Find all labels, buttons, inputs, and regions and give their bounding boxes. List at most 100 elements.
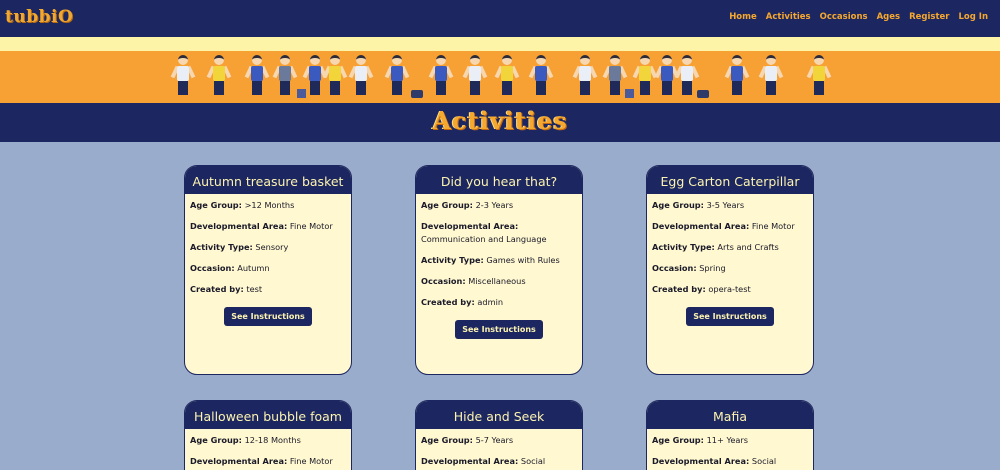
developmental-area-value: Social [520,456,546,466]
nav-occasions[interactable]: Occasions [820,12,868,22]
activity-type-row: Activity Type: Games with Rules [421,254,577,267]
age-group-label: Age Group: [190,435,242,445]
child-figure [572,53,598,99]
developmental-area-label: Developmental Area: [190,456,288,466]
children-illustration [165,53,835,101]
child-figure [170,53,196,99]
developmental-area-row: Developmental Area: Fine Motor [652,220,808,233]
developmental-area-label: Developmental Area: [652,456,750,466]
card-title[interactable]: Egg Carton Caterpillar [661,174,800,189]
see-instructions-button[interactable]: See Instructions [455,320,543,339]
age-group-row: Age Group: 3-5 Years [652,199,808,212]
occasion-value: Spring [699,263,726,273]
card-title[interactable]: Did you hear that? [441,174,557,189]
developmental-area-value: Social [751,456,777,466]
created-by-label: Created by: [421,297,475,307]
age-group-value: 12-18 Months [244,435,301,445]
activity-type-value: Games with Rules [486,255,560,265]
child-figure [428,53,454,99]
activity-type-label: Activity Type: [421,255,484,265]
developmental-area-label: Developmental Area: [421,456,519,466]
child-figure [384,53,410,99]
age-group-value: 11+ Years [706,435,749,445]
child-figure [602,53,628,99]
child-figure [462,53,488,99]
main-nav: Home Activities Occasions Ages Register … [729,12,988,22]
developmental-area-row: Developmental Area: Social [421,455,577,468]
activity-type-row: Activity Type: Sensory [190,241,346,254]
child-figure [806,53,832,99]
age-group-label: Age Group: [421,435,473,445]
age-group-value: 5-7 Years [475,435,514,445]
child-figure [322,53,348,99]
age-group-label: Age Group: [190,200,242,210]
age-group-value: 2-3 Years [475,200,514,210]
developmental-area-value: Fine Motor [289,221,333,231]
created-by-label: Created by: [190,284,244,294]
site-logo[interactable]: tubbiO [5,7,73,27]
activity-type-label: Activity Type: [190,242,253,252]
nav-ages[interactable]: Ages [877,12,901,22]
child-figure [244,53,270,99]
card-title[interactable]: Autumn treasure basket [193,174,344,189]
developmental-area-row: Developmental Area: Communication and La… [421,220,577,246]
nav-home[interactable]: Home [729,12,757,22]
card-title[interactable]: Mafia [713,409,747,424]
toy-car [411,90,423,98]
toy-block [625,89,634,98]
card-header: Halloween bubble foam [185,401,351,429]
occasion-label: Occasion: [652,263,697,273]
created-by-value: test [246,284,263,294]
created-by-row: Created by: opera-test [652,283,808,296]
developmental-area-row: Developmental Area: Fine Motor [190,220,346,233]
occasion-label: Occasion: [190,263,235,273]
see-instructions-button[interactable]: See Instructions [686,307,774,326]
created-by-row: Created by: test [190,283,346,296]
card-title[interactable]: Hide and Seek [454,409,545,424]
activity-card: Halloween bubble foam Age Group: 12-18 M… [184,400,352,470]
banner-top-stripe [0,37,1000,51]
child-figure [758,53,784,99]
card-header: Autumn treasure basket [185,166,351,194]
child-figure [272,53,298,99]
card-header: Egg Carton Caterpillar [647,166,813,194]
activity-card: Did you hear that? Age Group: 2-3 Years … [415,165,583,375]
activity-card: Egg Carton Caterpillar Age Group: 3-5 Ye… [646,165,814,375]
created-by-value: opera-test [708,284,751,294]
developmental-area-row: Developmental Area: Social [652,455,808,468]
developmental-area-row: Developmental Area: Fine Motor [190,455,346,468]
age-group-label: Age Group: [652,435,704,445]
card-body: Age Group: 2-3 Years Developmental Area:… [416,194,582,347]
nav-log-in[interactable]: Log In [958,12,988,22]
see-instructions-button[interactable]: See Instructions [224,307,312,326]
activity-type-value: Sensory [255,242,289,252]
occasion-value: Autumn [237,263,270,273]
occasion-row: Occasion: Miscellaneous [421,275,577,288]
nav-register[interactable]: Register [909,12,949,22]
card-header: Mafia [647,401,813,429]
activity-type-label: Activity Type: [652,242,715,252]
occasion-row: Occasion: Autumn [190,262,346,275]
age-group-row: Age Group: 12-18 Months [190,434,346,447]
developmental-area-label: Developmental Area: [652,221,750,231]
occasion-label: Occasion: [421,276,466,286]
age-group-row: Age Group: >12 Months [190,199,346,212]
child-figure [494,53,520,99]
age-group-label: Age Group: [421,200,473,210]
developmental-area-value: Fine Motor [289,456,333,466]
created-by-value: admin [477,297,504,307]
nav-activities[interactable]: Activities [766,12,811,22]
child-figure [674,53,700,99]
occasion-row: Occasion: Spring [652,262,808,275]
card-body: Age Group: 3-5 Years Developmental Area:… [647,194,813,334]
activity-type-value: Arts and Crafts [717,242,779,252]
age-group-row: Age Group: 11+ Years [652,434,808,447]
age-group-row: Age Group: 5-7 Years [421,434,577,447]
toy-car [697,90,709,98]
created-by-label: Created by: [652,284,706,294]
card-body: Age Group: 5-7 Years Developmental Area:… [416,429,582,470]
developmental-area-value: Fine Motor [751,221,795,231]
card-title[interactable]: Halloween bubble foam [194,409,342,424]
child-figure [528,53,554,99]
age-group-label: Age Group: [652,200,704,210]
